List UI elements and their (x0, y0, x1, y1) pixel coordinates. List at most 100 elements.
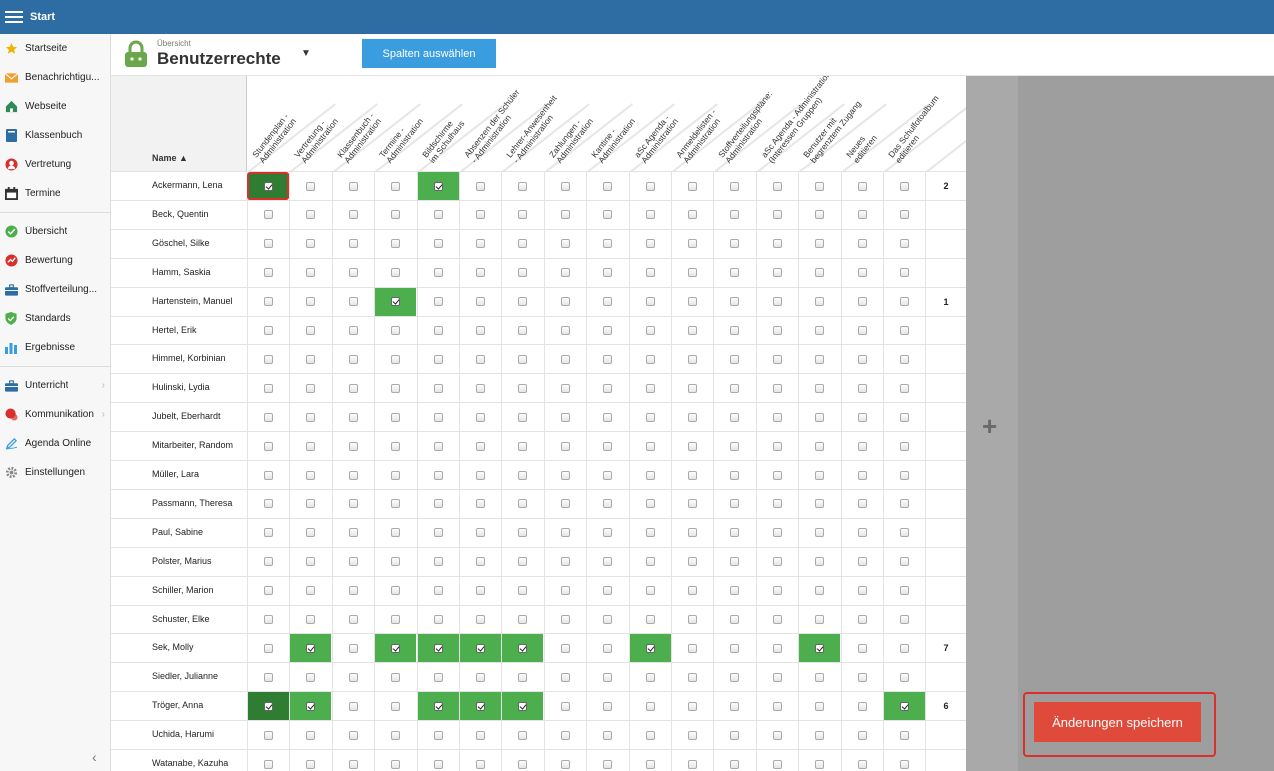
permission-checkbox[interactable] (603, 528, 613, 538)
permission-checkbox[interactable] (560, 354, 570, 364)
permission-cell[interactable] (416, 518, 459, 547)
permission-cell[interactable] (798, 200, 840, 229)
permission-cell[interactable] (755, 605, 798, 634)
permission-cell[interactable] (628, 547, 671, 576)
permission-cell[interactable] (755, 489, 798, 518)
permission-checkbox[interactable] (645, 499, 655, 509)
permission-checkbox[interactable] (306, 354, 316, 364)
permission-cell[interactable] (501, 287, 543, 316)
permission-cell[interactable] (713, 605, 755, 634)
permission-cell[interactable] (628, 518, 671, 547)
permission-cell[interactable] (586, 316, 628, 345)
permission-cell[interactable] (840, 461, 883, 489)
permission-cell[interactable] (331, 432, 374, 461)
permission-cell[interactable] (883, 258, 925, 287)
permission-cell[interactable] (331, 403, 374, 432)
permission-checkbox[interactable] (518, 701, 528, 711)
permission-checkbox[interactable] (900, 441, 909, 451)
permission-cell[interactable] (840, 287, 883, 316)
permission-checkbox[interactable] (348, 701, 358, 711)
permission-checkbox[interactable] (645, 470, 655, 480)
permission-checkbox[interactable] (560, 441, 570, 451)
permission-cell[interactable] (586, 721, 628, 750)
permission-checkbox[interactable] (688, 730, 697, 740)
permission-cell[interactable] (713, 489, 755, 518)
permission-checkbox[interactable] (603, 326, 613, 335)
permission-cell[interactable] (713, 345, 755, 374)
permission-checkbox[interactable] (900, 412, 909, 422)
permission-cell[interactable] (586, 172, 628, 200)
permission-checkbox[interactable] (730, 239, 740, 249)
permission-cell[interactable] (331, 605, 374, 634)
permission-cell[interactable] (501, 345, 543, 374)
permission-checkbox[interactable] (688, 528, 697, 538)
permission-checkbox[interactable] (772, 499, 782, 509)
permission-checkbox[interactable] (306, 557, 316, 567)
permission-checkbox[interactable] (518, 412, 528, 422)
permission-checkbox[interactable] (391, 354, 401, 364)
permission-checkbox[interactable] (391, 615, 401, 624)
permission-checkbox[interactable] (476, 759, 485, 769)
permission-checkbox[interactable] (264, 615, 273, 624)
permission-cell[interactable] (628, 345, 671, 374)
permission-cell[interactable] (671, 403, 713, 432)
permission-checkbox[interactable] (306, 672, 316, 682)
permission-checkbox[interactable] (306, 643, 316, 653)
permission-checkbox[interactable] (815, 412, 825, 422)
permission-checkbox[interactable] (476, 643, 485, 653)
permission-cell[interactable] (374, 229, 416, 258)
permission-cell[interactable] (247, 432, 289, 461)
permission-checkbox[interactable] (348, 499, 358, 509)
permission-checkbox[interactable] (730, 383, 740, 393)
permission-checkbox[interactable] (688, 701, 697, 711)
permission-checkbox[interactable] (391, 730, 401, 740)
permission-cell[interactable] (586, 258, 628, 287)
permission-checkbox[interactable] (815, 557, 825, 567)
permission-checkbox[interactable] (772, 354, 782, 364)
column-header[interactable]: Vertretung - Administration (289, 76, 340, 171)
permission-checkbox[interactable] (772, 297, 782, 307)
column-header[interactable]: Anmeldelisten - Administration (671, 76, 722, 171)
permission-cell[interactable] (713, 200, 755, 229)
permission-checkbox[interactable] (645, 268, 655, 278)
permission-checkbox[interactable] (603, 354, 613, 364)
permission-checkbox[interactable] (560, 239, 570, 249)
permission-checkbox[interactable] (688, 759, 697, 769)
permission-checkbox[interactable] (306, 730, 316, 740)
permission-cell[interactable] (374, 750, 416, 771)
permission-cell[interactable] (416, 663, 459, 692)
permission-cell[interactable] (671, 489, 713, 518)
permission-checkbox[interactable] (815, 354, 825, 364)
permission-checkbox[interactable] (645, 412, 655, 422)
permission-cell[interactable] (628, 316, 671, 345)
permission-checkbox[interactable] (857, 557, 867, 567)
permission-cell[interactable] (543, 316, 586, 345)
permission-cell[interactable] (671, 605, 713, 634)
permission-checkbox[interactable] (518, 268, 528, 278)
permission-checkbox[interactable] (815, 672, 825, 682)
permission-checkbox[interactable] (433, 499, 443, 509)
permission-cell[interactable] (883, 345, 925, 374)
permission-checkbox[interactable] (518, 557, 528, 567)
sidebar-item[interactable]: Übersicht (0, 217, 110, 246)
permission-checkbox[interactable] (730, 557, 740, 567)
permission-checkbox[interactable] (264, 210, 273, 220)
permission-checkbox[interactable] (688, 672, 697, 682)
permission-cell[interactable] (247, 663, 289, 692)
permission-cell[interactable] (331, 721, 374, 750)
permission-checkbox[interactable] (730, 730, 740, 740)
permission-cell[interactable] (416, 461, 459, 489)
permission-checkbox[interactable] (603, 643, 613, 653)
permission-cell[interactable] (628, 692, 671, 721)
permission-checkbox[interactable] (603, 181, 613, 191)
permission-cell[interactable] (713, 316, 755, 345)
permission-cell[interactable] (755, 692, 798, 721)
permission-cell[interactable] (374, 172, 416, 200)
permission-checkbox[interactable] (264, 672, 273, 682)
permission-cell[interactable] (755, 634, 798, 663)
permission-checkbox[interactable] (857, 268, 867, 278)
permission-checkbox[interactable] (433, 181, 443, 191)
permission-checkbox[interactable] (391, 210, 401, 220)
permission-checkbox[interactable] (900, 210, 909, 220)
permission-checkbox[interactable] (264, 701, 273, 711)
